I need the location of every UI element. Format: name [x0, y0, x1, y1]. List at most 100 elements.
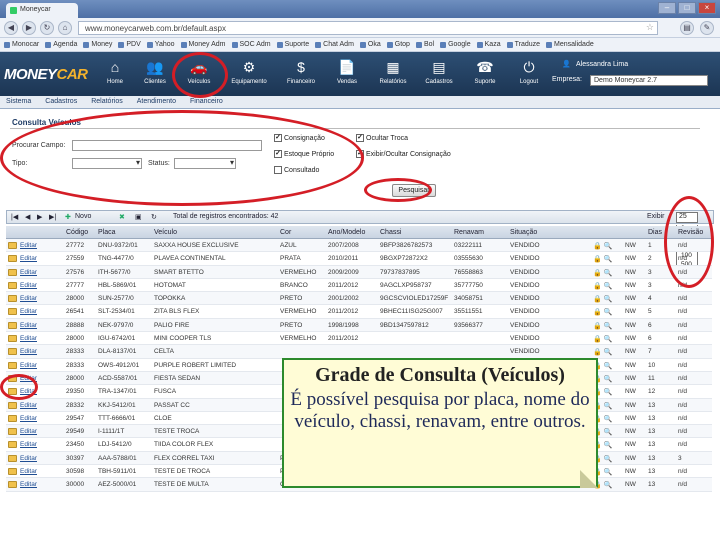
bookmark-item[interactable]: Money Adm — [180, 40, 226, 49]
refresh-icon[interactable]: ↻ — [151, 213, 157, 221]
bookmark-item[interactable]: Yahoo — [146, 40, 175, 49]
column-header[interactable]: Renavam — [454, 229, 484, 236]
prev-page-icon[interactable]: ◀ — [25, 213, 30, 221]
bookmark-item[interactable]: Suporte — [276, 40, 309, 49]
edit-link[interactable]: Editar — [20, 348, 37, 355]
filter-checkbox[interactable]: ✓ Estoque Próprio — [274, 150, 334, 158]
column-header[interactable]: Revisão — [678, 229, 703, 236]
filter-checkbox[interactable]: Consultado — [274, 166, 319, 174]
filter-checkbox[interactable]: ✓ Exibir/Ocultar Consignação — [356, 150, 451, 158]
bookmark-item[interactable]: Gtop — [386, 40, 410, 49]
save-icon[interactable]: ▣ — [135, 213, 142, 221]
browser-tab[interactable]: Moneycar — [6, 3, 78, 18]
menu-item[interactable]: Relatórios — [91, 98, 123, 106]
cancel-icon[interactable]: ✖ — [119, 213, 125, 221]
row-action-icon[interactable]: 🔒 🔍 — [593, 255, 612, 263]
next-page-icon[interactable]: ▶ — [37, 213, 42, 221]
maximize-button[interactable]: □ — [678, 2, 696, 14]
bookmark-item[interactable]: Chat Adm — [315, 40, 354, 49]
bookmark-item[interactable]: Mensalidade — [546, 40, 594, 49]
edit-link[interactable]: Editar — [20, 468, 37, 475]
row-action-icon[interactable]: 🔒 🔍 — [593, 322, 612, 330]
edit-link[interactable]: Editar — [20, 269, 37, 276]
bookmark-item[interactable]: Bol — [415, 40, 434, 49]
new-record-button[interactable]: Novo — [75, 213, 91, 220]
bookmark-item[interactable]: Monocar — [4, 40, 39, 49]
table-row[interactable]: Editar 27772 DNU-9372/01 SAXXA HOUSE EXCLUS… — [6, 239, 712, 253]
edit-link[interactable]: Editar — [20, 402, 37, 409]
table-row[interactable]: Editar 28000 SUN-2577/0 TOPOKKA PRETO 2001/20… — [6, 292, 712, 306]
column-header[interactable]: Situação — [510, 229, 537, 236]
column-header[interactable]: Ano/Modelo — [328, 229, 365, 236]
edit-link[interactable]: Editar — [20, 362, 37, 369]
company-select[interactable]: Demo Moneycar 2.7 — [590, 75, 708, 86]
module-support-button[interactable]: ☎ Suporte — [462, 58, 508, 92]
forward-icon[interactable]: ▶ — [22, 21, 36, 35]
menu-item[interactable]: Atendimento — [137, 98, 176, 106]
url-input[interactable]: www.moneycarweb.com.br/default.aspx — [78, 21, 658, 35]
module-clients-button[interactable]: 👥 Clientes — [132, 58, 178, 92]
column-header[interactable]: Veículo — [154, 229, 177, 236]
module-finance-button[interactable]: $ Financeiro — [278, 58, 324, 92]
bookmark-item[interactable]: Agenda — [45, 40, 77, 49]
checkbox-box[interactable]: ✓ — [274, 150, 282, 158]
edit-link[interactable]: Editar — [20, 335, 37, 342]
first-page-icon[interactable]: |◀ — [11, 213, 18, 221]
edit-link[interactable]: Editar — [20, 308, 37, 315]
column-header[interactable]: Código — [66, 229, 88, 236]
row-action-icon[interactable]: 🔒 🔍 — [593, 348, 612, 356]
bookmark-item[interactable]: PDV — [118, 40, 141, 49]
bookmark-item[interactable]: Traduze — [506, 40, 540, 49]
column-header[interactable]: Cor — [280, 229, 291, 236]
bookmark-item[interactable]: SOC Adm — [231, 40, 271, 49]
minimize-button[interactable]: – — [658, 2, 676, 14]
column-header[interactable]: Placa — [98, 229, 116, 236]
checkbox-box[interactable]: ✓ — [356, 134, 364, 142]
bookmark-item[interactable]: Kaza — [476, 40, 501, 49]
status-select[interactable] — [174, 158, 236, 169]
edit-link[interactable]: Editar — [20, 282, 37, 289]
module-logout-button[interactable]: ⏻ Logout — [506, 58, 552, 92]
column-header[interactable]: Chassi — [380, 229, 401, 236]
menu-item[interactable]: Cadastros — [45, 98, 77, 106]
bookmark-item[interactable]: Money — [83, 40, 112, 49]
table-row[interactable]: Editar 28000 IGU-6742/01 MINI COOPER TLS VER… — [6, 332, 712, 346]
filter-checkbox[interactable]: ✓ Consignação — [274, 134, 325, 142]
close-window-button[interactable]: × — [698, 2, 716, 14]
edit-link[interactable]: Editar — [20, 428, 37, 435]
checkbox-box[interactable]: ✓ — [274, 134, 282, 142]
module-records-button[interactable]: ▤ Cadastros — [416, 58, 462, 92]
edit-link[interactable]: Editar — [20, 375, 37, 382]
checkbox-box[interactable] — [274, 166, 282, 174]
row-action-icon[interactable]: 🔒 🔍 — [593, 242, 612, 250]
row-action-icon[interactable]: 🔒 🔍 — [593, 282, 612, 290]
edit-link[interactable]: Editar — [20, 295, 37, 302]
back-icon[interactable]: ◀ — [4, 21, 18, 35]
search-input[interactable] — [72, 140, 262, 151]
filter-checkbox[interactable]: ✓ Ocultar Troca — [356, 134, 408, 142]
table-row[interactable]: Editar 27777 HBL-5869/01 HOTOMAT BRANCO 2011/… — [6, 279, 712, 293]
row-action-icon[interactable]: 🔒 🔍 — [593, 269, 612, 277]
edit-link[interactable]: Editar — [20, 255, 37, 262]
table-row[interactable]: Editar 27576 ITH-5677/0 SMART BTETTO VERMELH… — [6, 265, 712, 279]
home-icon[interactable]: ⌂ — [58, 21, 72, 35]
type-select[interactable] — [72, 158, 142, 169]
edit-link[interactable]: Editar — [20, 388, 37, 395]
edit-link[interactable]: Editar — [20, 322, 37, 329]
menu-item[interactable]: Sistema — [6, 98, 31, 106]
menu-item[interactable]: Financeiro — [190, 98, 223, 106]
page-menu-icon[interactable]: ▤ — [680, 21, 694, 35]
bookmark-star-icon[interactable]: ☆ — [646, 22, 654, 33]
last-page-icon[interactable]: ▶| — [49, 213, 56, 221]
row-action-icon[interactable]: 🔒 🔍 — [593, 308, 612, 316]
wrench-icon[interactable]: ✎ — [700, 21, 714, 35]
edit-link[interactable]: Editar — [20, 441, 37, 448]
bookmark-item[interactable]: Google — [440, 40, 471, 49]
table-row[interactable]: Editar 28888 NEK-9797/0 PALIO FIRE PRETO 1998… — [6, 318, 712, 333]
page-size-select[interactable]: 25 — [676, 212, 698, 223]
module-sales-button[interactable]: 📄 Vendas — [324, 58, 370, 92]
edit-link[interactable]: Editar — [20, 242, 37, 249]
module-vehicles-button[interactable]: 🚗 Veículos — [176, 58, 222, 92]
search-button[interactable]: Pesquisar — [392, 184, 436, 197]
row-action-icon[interactable]: 🔒 🔍 — [593, 335, 612, 343]
